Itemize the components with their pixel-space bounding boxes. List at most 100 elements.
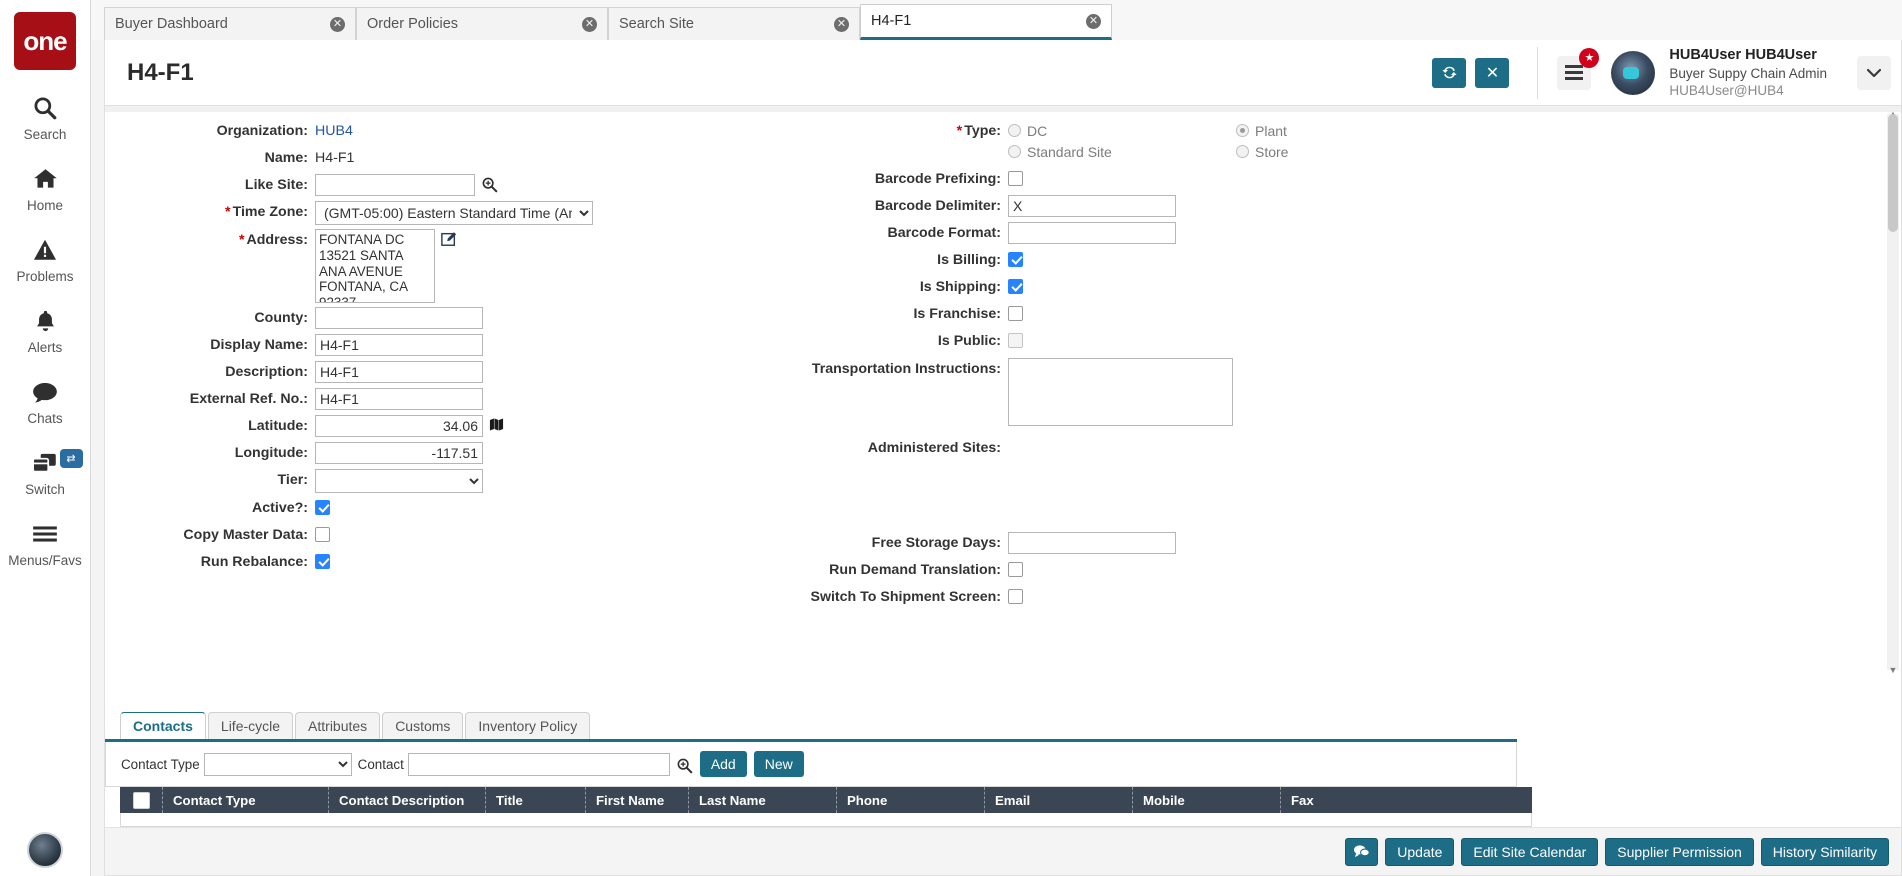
radio-icon[interactable] (1236, 145, 1249, 158)
history-similarity-button[interactable]: History Similarity (1760, 837, 1889, 866)
field-external-ref: External Ref. No.: (105, 388, 795, 411)
transportation-instructions-textarea[interactable] (1008, 358, 1233, 426)
sidebar-label-switch: Switch (25, 482, 65, 497)
update-button[interactable]: Update (1385, 837, 1455, 866)
column-header-contact-type[interactable]: Contact Type (162, 787, 328, 813)
comments-button[interactable] (1345, 837, 1379, 866)
barcode-prefixing-checkbox[interactable] (1008, 171, 1023, 186)
column-header-mobile[interactable]: Mobile (1132, 787, 1280, 813)
browser-tab-buyer-dashboard[interactable]: Buyer Dashboard ✕ (104, 7, 356, 40)
sidebar-item-chats[interactable]: Chats (0, 376, 91, 426)
field-administered-sites: Administered Sites: (795, 437, 1901, 460)
add-contact-button[interactable]: Add (699, 751, 747, 777)
address-textarea[interactable]: FONTANA DC 13521 SANTA ANA AVENUE FONTAN… (315, 229, 435, 303)
new-contact-button[interactable]: New (753, 751, 804, 777)
type-option-dc[interactable]: DC (1008, 120, 1236, 141)
tab-life-cycle[interactable]: Life-cycle (207, 712, 294, 739)
sidebar-item-menus-favs[interactable]: Menus/Favs (0, 518, 91, 568)
column-header-email[interactable]: Email (984, 787, 1132, 813)
is-shipping-checkbox[interactable] (1008, 279, 1023, 294)
description-input[interactable] (315, 361, 483, 383)
radio-icon[interactable] (1008, 145, 1021, 158)
browser-tab-search-site[interactable]: Search Site ✕ (608, 7, 860, 40)
is-franchise-checkbox[interactable] (1008, 306, 1023, 321)
content-scrollbar[interactable]: ▲ ▼ (1887, 109, 1899, 675)
supplier-permission-button[interactable]: Supplier Permission (1605, 837, 1754, 866)
contact-input[interactable] (407, 752, 670, 776)
time-zone-select[interactable]: (GMT-05:00) Eastern Standard Time (Ameri… (315, 201, 593, 225)
browser-tab-order-policies[interactable]: Order Policies ✕ (356, 7, 608, 40)
is-public-checkbox[interactable] (1008, 333, 1023, 348)
close-icon[interactable]: ✕ (582, 16, 597, 32)
select-all-checkbox[interactable] (132, 791, 150, 809)
refresh-button[interactable] (1432, 57, 1467, 88)
switch-to-shipment-screen-checkbox[interactable] (1008, 589, 1023, 604)
external-ref-input[interactable] (315, 388, 483, 410)
barcode-delimiter-input[interactable] (1008, 195, 1176, 217)
like-site-input[interactable] (315, 174, 475, 196)
sidebar-item-home[interactable]: Home (0, 163, 91, 213)
tab-contacts[interactable]: Contacts (120, 712, 206, 739)
close-icon[interactable]: ✕ (1086, 13, 1101, 29)
scrollbar-thumb[interactable] (1888, 114, 1898, 232)
tab-inventory-policy[interactable]: Inventory Policy (465, 712, 591, 739)
map-icon[interactable] (489, 415, 504, 432)
search-icon (32, 92, 58, 124)
close-icon[interactable]: ✕ (834, 16, 849, 32)
type-option-store[interactable]: Store (1236, 141, 1464, 162)
rail-avatar-icon[interactable] (27, 832, 63, 868)
run-rebalance-checkbox[interactable] (315, 554, 330, 569)
app-logo[interactable]: one (14, 12, 76, 70)
display-name-input[interactable] (315, 334, 483, 356)
notifications-menu-button[interactable]: ★ (1557, 47, 1600, 90)
search-plus-icon[interactable] (676, 755, 693, 774)
field-free-storage-days: Free Storage Days: (795, 532, 1901, 555)
tier-label: Tier: (277, 472, 309, 488)
copy-master-data-checkbox[interactable] (315, 527, 330, 542)
browser-tab-label: Buyer Dashboard (115, 16, 228, 32)
column-header-contact-description[interactable]: Contact Description (328, 787, 485, 813)
is-billing-checkbox[interactable] (1008, 252, 1023, 267)
sidebar-item-alerts[interactable]: Alerts (0, 305, 91, 355)
column-header-last-name[interactable]: Last Name (688, 787, 836, 813)
search-plus-icon[interactable] (481, 174, 498, 193)
sidebar-label-menus-favs: Menus/Favs (8, 553, 82, 568)
column-header-title[interactable]: Title (485, 787, 585, 813)
free-storage-days-input[interactable] (1008, 532, 1176, 554)
action-footer: Update Edit Site Calendar Supplier Permi… (105, 827, 1901, 875)
tier-select[interactable] (315, 469, 483, 493)
column-header-first-name[interactable]: First Name (585, 787, 688, 813)
browser-tab-h4-f1[interactable]: H4-F1 ✕ (860, 4, 1112, 40)
sidebar-item-problems[interactable]: Problems (0, 234, 91, 284)
tab-customs[interactable]: Customs (382, 712, 464, 739)
radio-icon[interactable] (1008, 124, 1021, 137)
field-tier: Tier: (105, 469, 795, 493)
edit-pencil-icon[interactable] (441, 229, 457, 247)
edit-site-calendar-button[interactable]: Edit Site Calendar (1461, 837, 1599, 866)
longitude-input[interactable] (315, 442, 483, 464)
active-checkbox[interactable] (315, 500, 330, 515)
type-option-standard-site[interactable]: Standard Site (1008, 141, 1236, 162)
sidebar-item-switch[interactable]: ⇄ Switch (0, 447, 91, 497)
field-active: Active?: (105, 497, 795, 520)
run-demand-translation-checkbox[interactable] (1008, 562, 1023, 577)
user-menu-button[interactable] (1857, 55, 1891, 90)
type-option-label: Store (1255, 143, 1289, 160)
latitude-input[interactable] (315, 415, 483, 437)
column-header-fax[interactable]: Fax (1280, 787, 1440, 813)
radio-icon[interactable] (1236, 124, 1249, 137)
barcode-format-input[interactable] (1008, 222, 1176, 244)
sidebar-item-search[interactable]: Search (0, 92, 91, 142)
switch-toggle-badge-icon[interactable]: ⇄ (59, 449, 83, 468)
organization-link[interactable]: HUB4 (315, 120, 353, 139)
type-option-plant[interactable]: Plant (1236, 120, 1464, 141)
close-icon[interactable]: ✕ (330, 16, 345, 32)
close-page-button[interactable]: ✕ (1475, 57, 1510, 88)
contact-type-select[interactable] (203, 752, 352, 776)
select-all-cell[interactable] (120, 791, 162, 809)
column-header-phone[interactable]: Phone (836, 787, 984, 813)
county-input[interactable] (315, 307, 483, 329)
tab-attributes[interactable]: Attributes (295, 712, 381, 739)
scroll-down-icon[interactable]: ▼ (1887, 664, 1899, 676)
avatar[interactable] (1611, 50, 1656, 95)
